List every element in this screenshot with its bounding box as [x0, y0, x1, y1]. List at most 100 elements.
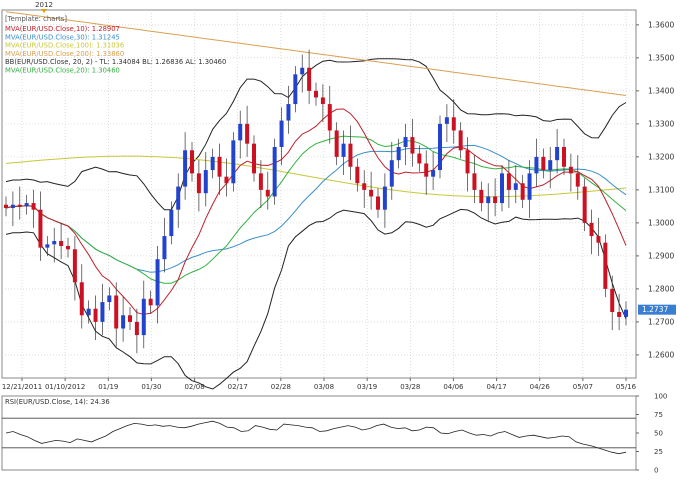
candle-body	[217, 156, 222, 177]
x-tick-label: 03/19	[357, 383, 377, 391]
candle-body	[589, 222, 594, 237]
candle-body	[472, 173, 477, 190]
candle-body	[286, 104, 291, 121]
ma20-line	[5, 135, 627, 284]
indicator-legend-entry: MVA(EUR/USD.Close,200): 1.33860	[5, 50, 124, 58]
y-tick-label: 1.2900	[648, 251, 674, 260]
candle-body	[458, 130, 463, 151]
candle-body	[45, 244, 50, 248]
candle-body	[389, 160, 394, 187]
candle-body	[444, 117, 449, 124]
candle-body	[562, 146, 566, 167]
candle-body	[527, 173, 532, 200]
x-tick-label: 05/16	[616, 383, 637, 391]
candle-body	[500, 173, 504, 204]
candle-body	[451, 117, 456, 131]
y-tick-label: 1.2800	[648, 284, 674, 293]
candle-body	[93, 308, 98, 322]
candle-body	[376, 196, 380, 210]
candle-body	[31, 203, 36, 210]
candle-body	[369, 189, 374, 197]
candle-body	[279, 120, 284, 147]
y-tick-label: 1.3200	[648, 152, 674, 161]
x-tick-label: 04/06	[443, 383, 464, 391]
candle-body	[10, 204, 15, 209]
candle-body	[4, 204, 8, 209]
rsi-panel: 100 75 50 25 0 RSI(EUR/USD.Close, 14): 24.36	[2, 393, 667, 475]
candle-body	[334, 130, 339, 157]
candle-body	[596, 236, 601, 243]
candle-body	[224, 176, 229, 184]
ma100-line	[5, 155, 627, 198]
bollinger-upper	[5, 58, 627, 211]
x-tick-label: 03/08	[314, 383, 334, 391]
ma10-line	[5, 108, 627, 315]
x-tick-label: 01/30	[141, 383, 161, 391]
candle-body	[624, 309, 628, 317]
candle-body	[72, 249, 77, 283]
candle-body	[79, 282, 84, 316]
candle-body	[66, 245, 70, 250]
candle-body	[203, 170, 208, 194]
y-tick-label: 1.2600	[648, 350, 674, 359]
candle-body	[424, 163, 429, 177]
candle-body	[362, 183, 367, 190]
y-tick-label: 1.3100	[648, 185, 674, 194]
x-tick-label: 03/28	[400, 383, 420, 391]
x-tick-label: 02/17	[228, 383, 248, 391]
candle-body	[438, 123, 442, 171]
candle-body	[176, 186, 181, 210]
x-tick-label: 01/10/2012	[45, 383, 85, 391]
y-tick-label: 1.3300	[648, 119, 674, 128]
candle-body	[169, 209, 174, 237]
candle-body	[541, 156, 546, 171]
candle-body	[610, 288, 615, 312]
candle-body	[300, 67, 305, 75]
candle-body	[114, 295, 119, 329]
rsi-tick-label: 25	[654, 448, 663, 456]
candle-body	[183, 150, 188, 187]
legend: [Template: charts] MVA(EUR/USD.Close,10):…	[5, 15, 226, 75]
y-tick-label: 1.3000	[648, 218, 674, 227]
candle-body	[534, 156, 539, 174]
candle-body	[17, 204, 22, 207]
candle-body	[134, 321, 139, 336]
candle-body	[210, 156, 215, 171]
candlesticks	[4, 49, 628, 354]
candle-body	[555, 146, 560, 161]
candle-body	[141, 298, 146, 336]
candle-body	[486, 196, 491, 204]
candle-body	[59, 241, 64, 246]
rsi-tick-label: 75	[654, 411, 663, 419]
candle-body	[272, 146, 277, 197]
ma30-line	[5, 144, 627, 273]
candle-body	[493, 196, 498, 204]
candle-body	[575, 173, 580, 187]
candle-body	[382, 186, 387, 210]
candle-body	[327, 104, 332, 131]
template-label: [Template: charts]	[5, 15, 67, 23]
year-marker-icon	[41, 9, 47, 13]
candle-body	[162, 236, 167, 260]
candle-body	[265, 189, 270, 197]
candle-body	[196, 173, 201, 194]
candle-body	[314, 90, 318, 98]
y-tick-label: 1.3500	[648, 53, 674, 62]
candle-body	[252, 143, 256, 174]
rsi-label: RSI(EUR/USD.Close, 14): 24.36	[5, 398, 110, 406]
candle-body	[24, 203, 29, 207]
candle-body	[513, 183, 518, 190]
candle-body	[258, 173, 263, 190]
candle-body	[582, 186, 587, 223]
candle-body	[520, 183, 525, 200]
y-tick-label: 1.2700	[648, 317, 674, 326]
indicator-legend-entry: MVA(EUR/USD.Close,20): 1.30460	[5, 67, 120, 75]
rsi-frame	[1, 395, 637, 471]
x-tick-label: 04/26	[530, 383, 551, 391]
candle-body	[568, 166, 573, 174]
x-tick-label: 05/07	[573, 383, 593, 391]
candle-body	[431, 170, 436, 177]
candle-body	[38, 209, 43, 248]
indicator-legend-entry: MVA(EUR/USD.Close,10): 1.28907	[5, 25, 120, 33]
x-tick-label: 01/19	[98, 383, 118, 391]
